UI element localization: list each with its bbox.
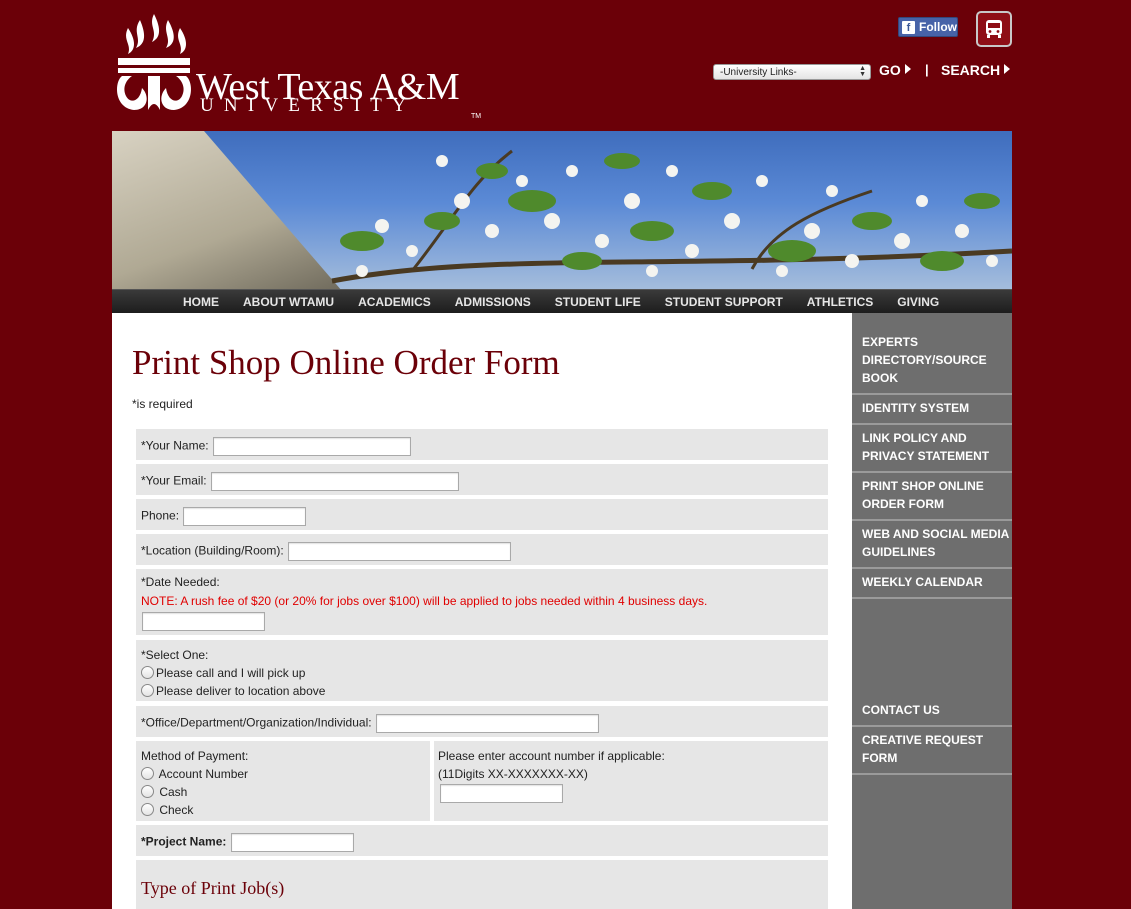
check-radio[interactable] — [141, 803, 154, 816]
nav-item-home[interactable]: HOME — [183, 295, 219, 309]
cash-radio[interactable] — [141, 785, 154, 798]
sidebar-item-link-policy[interactable]: LINK POLICY AND PRIVACY STATEMENT — [852, 429, 1012, 473]
project-name-input[interactable] — [230, 833, 354, 852]
pickup-option-label: Please call and I will pick up — [156, 666, 306, 680]
university-logo[interactable]: West Texas A&M UNIVERSITY TM — [112, 12, 492, 120]
rush-fee-note: NOTE: A rush fee of $20 (or 20% for jobs… — [141, 594, 708, 608]
bus-button[interactable] — [976, 11, 1012, 47]
required-note: *is required — [132, 397, 193, 411]
office-label: *Office/Department/Organization/Individu… — [141, 715, 372, 730]
name-input[interactable] — [212, 437, 411, 456]
nav-item-athletics[interactable]: ATHLETICS — [807, 295, 873, 309]
print-job-section: Type of Print Job(s) — [136, 860, 828, 909]
office-input[interactable] — [375, 714, 599, 733]
delivery-row: *Select One: Please call and I will pick… — [136, 640, 828, 701]
payment-option-check[interactable]: Check — [141, 801, 430, 819]
wtamu-flame-logo-icon — [117, 14, 191, 110]
logo-trademark: TM — [471, 113, 482, 120]
search-button[interactable]: SEARCH — [941, 62, 1011, 78]
deliver-option[interactable]: Please deliver to location above — [141, 682, 828, 700]
facebook-icon: f — [902, 20, 915, 34]
sidebar-item-weekly-calendar[interactable]: WEEKLY CALENDAR — [852, 573, 1012, 599]
sidebar-item-creative-request[interactable]: CREATIVE REQUEST FORM — [852, 731, 1012, 775]
nav-item-giving[interactable]: GIVING — [897, 295, 939, 309]
logo-subtitle: UNIVERSITY — [200, 95, 416, 116]
facebook-follow-button[interactable]: f Follow — [898, 17, 958, 37]
account-number-row: Please enter account number if applicabl… — [434, 741, 828, 821]
sidebar-item-experts-directory[interactable]: EXPERTS DIRECTORY/SOURCE BOOK — [852, 333, 1012, 395]
header-separator: | — [925, 62, 929, 77]
project-name-row: *Project Name: — [136, 825, 828, 856]
sidebar-item-web-social[interactable]: WEB AND SOCIAL MEDIA GUIDELINES — [852, 525, 1012, 569]
payment-option-account-label: Account Number — [158, 767, 249, 781]
bus-icon — [986, 20, 1002, 38]
sidebar-item-identity-system[interactable]: IDENTITY SYSTEM — [852, 399, 1012, 425]
sidebar-item-print-shop[interactable]: PRINT SHOP ONLINE ORDER FORM — [852, 477, 1012, 521]
name-label: *Your Name: — [141, 438, 209, 453]
triangle-right-icon — [904, 64, 911, 74]
page-wrapper: West Texas A&M UNIVERSITY TM f Follow -U… — [112, 0, 1012, 909]
account-number-input[interactable] — [440, 784, 563, 803]
date-label: *Date Needed: — [141, 575, 220, 589]
location-label: *Location (Building/Room): — [141, 543, 284, 558]
blossom-branch-image — [331, 149, 1012, 284]
payment-method-row: Method of Payment: Account Number Cash C… — [136, 741, 430, 821]
sidebar: EXPERTS DIRECTORY/SOURCE BOOK IDENTITY S… — [852, 313, 1012, 909]
search-label: SEARCH — [941, 62, 1001, 78]
email-input[interactable] — [210, 472, 459, 491]
deliver-radio[interactable] — [141, 684, 154, 697]
sidebar-item-contact-us[interactable]: CONTACT US — [852, 701, 1012, 727]
university-links-selected: -University Links- — [720, 66, 797, 78]
payment-option-cash[interactable]: Cash — [141, 783, 430, 801]
date-needed-input[interactable] — [142, 612, 265, 631]
office-row: *Office/Department/Organization/Individu… — [136, 706, 828, 737]
main-content: Print Shop Online Order Form *is require… — [112, 313, 852, 909]
phone-label: Phone: — [141, 508, 180, 523]
payment-option-cash-label: Cash — [159, 785, 188, 799]
payment-option-check-label: Check — [159, 803, 194, 817]
triangle-right-icon — [1004, 64, 1011, 74]
phone-input[interactable] — [183, 507, 307, 526]
nav-item-student-support[interactable]: STUDENT SUPPORT — [665, 295, 783, 309]
university-links-select[interactable]: -University Links- ▲ ▼ — [713, 64, 871, 80]
email-row: *Your Email: — [136, 464, 828, 495]
phone-row: Phone: — [136, 499, 828, 530]
go-label: GO — [879, 62, 901, 78]
account-number-label: Please enter account number if applicabl… — [438, 749, 665, 763]
go-button[interactable]: GO — [879, 62, 911, 78]
project-name-label: *Project Name: — [141, 834, 227, 849]
print-job-heading: Type of Print Job(s) — [141, 878, 285, 898]
payment-option-account[interactable]: Account Number — [141, 765, 430, 783]
pickup-option[interactable]: Please call and I will pick up — [141, 664, 828, 682]
email-label: *Your Email: — [141, 473, 207, 488]
account-number-radio[interactable] — [141, 767, 154, 780]
facebook-follow-label: Follow — [919, 20, 957, 34]
header-banner-image — [112, 131, 1012, 291]
date-row: *Date Needed: NOTE: A rush fee of $20 (o… — [136, 569, 828, 635]
nav-item-academics[interactable]: ACADEMICS — [358, 295, 431, 309]
payment-label: Method of Payment: — [141, 749, 249, 763]
nav-item-admissions[interactable]: ADMISSIONS — [455, 295, 531, 309]
account-number-hint: (11Digits XX-XXXXXXX-XX) — [438, 767, 588, 781]
nav-item-student-life[interactable]: STUDENT LIFE — [555, 295, 641, 309]
select-one-label: *Select One: — [141, 648, 209, 662]
select-arrows-icon: ▲ ▼ — [859, 65, 866, 78]
name-row: *Your Name: — [136, 429, 828, 460]
nav-item-about[interactable]: ABOUT WTAMU — [243, 295, 334, 309]
pickup-radio[interactable] — [141, 666, 154, 679]
location-row: *Location (Building/Room): — [136, 534, 828, 565]
deliver-option-label: Please deliver to location above — [156, 684, 326, 698]
location-input[interactable] — [288, 542, 512, 561]
page-title: Print Shop Online Order Form — [132, 343, 560, 382]
main-navigation: HOME ABOUT WTAMU ACADEMICS ADMISSIONS ST… — [112, 289, 1012, 313]
